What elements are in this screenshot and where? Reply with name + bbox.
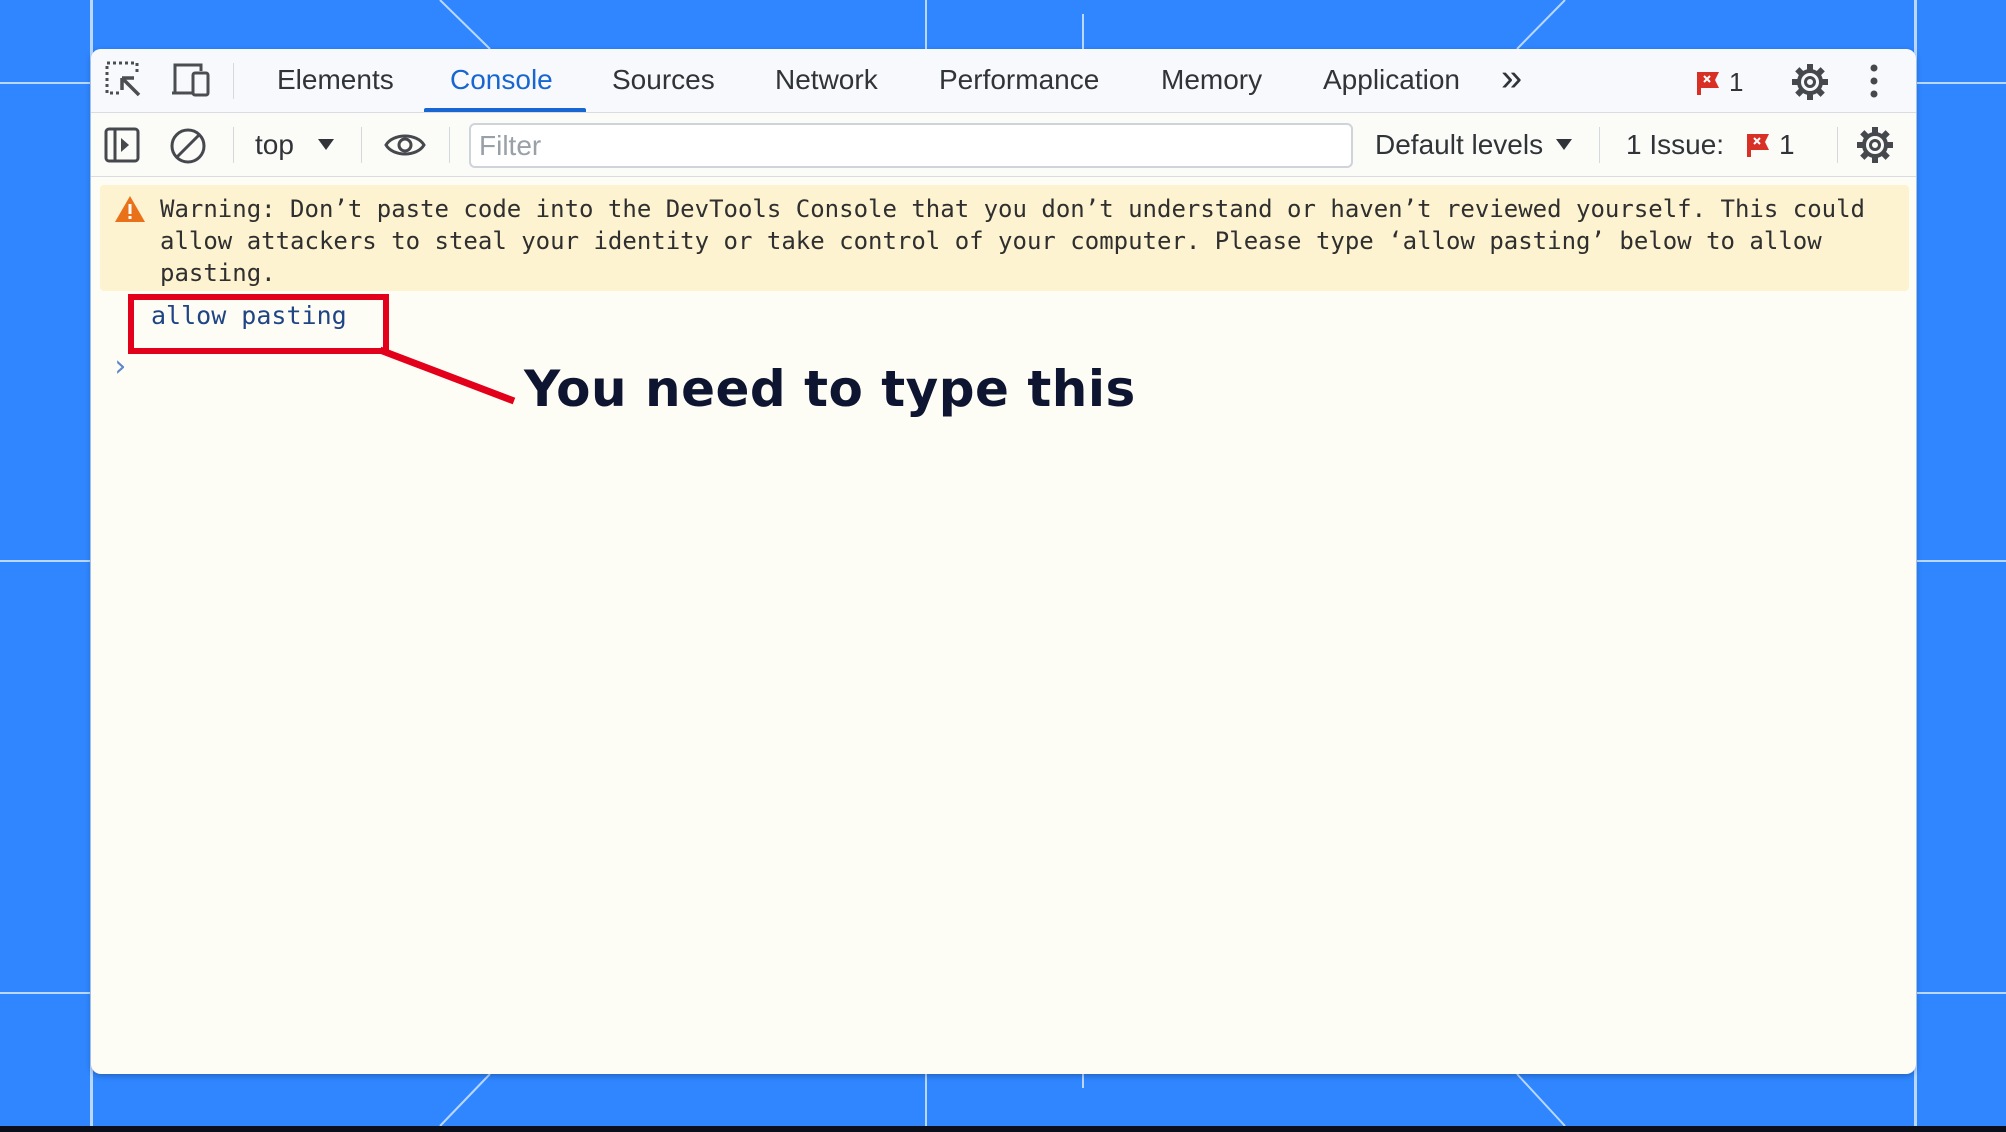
tab-application[interactable]: Application [1323,49,1460,113]
clear-console-icon[interactable] [169,127,207,165]
settings-gear-icon[interactable] [1856,126,1894,164]
tab-sources[interactable]: Sources [612,49,715,113]
devtools-window: Elements Console Sources Network Perform… [91,49,1916,1074]
settings-gear-icon[interactable] [1791,63,1829,101]
error-flag-icon[interactable] [1695,70,1721,96]
separator [233,63,234,99]
panel-tab-bar: Elements Console Sources Network Perform… [91,49,1916,113]
warning-text: Warning: Don’t paste code into the DevTo… [160,195,1880,287]
tab-network[interactable]: Network [775,49,878,113]
more-tabs-icon[interactable]: » [1501,49,1522,113]
eye-icon[interactable] [383,129,427,161]
error-flag-icon[interactable] [1745,132,1771,158]
chevron-down-icon[interactable] [1555,138,1573,152]
separator [361,127,362,163]
warning-icon [115,196,145,222]
sidebar-toggle-icon[interactable] [104,127,140,163]
kebab-menu-icon[interactable] [1868,63,1880,99]
filter-input[interactable] [469,123,1353,168]
tab-memory[interactable]: Memory [1161,49,1262,113]
console-warning-message: Warning: Don’t paste code into the DevTo… [100,185,1909,291]
device-toolbar-icon[interactable] [171,61,211,99]
context-selector[interactable]: top [255,113,294,177]
inspect-element-icon[interactable] [105,61,143,99]
log-levels-dropdown[interactable]: Default levels [1375,113,1543,177]
console-prompt[interactable]: › [111,349,129,384]
separator [1837,127,1838,163]
console-toolbar: top Default levels 1 Issue: 1 [91,113,1916,177]
tab-elements[interactable]: Elements [277,49,394,113]
annotation-text: You need to type this [524,360,1136,418]
issues-count[interactable]: 1 [1779,113,1795,177]
error-count[interactable]: 1 [1729,49,1743,113]
tab-console[interactable]: Console [450,49,553,113]
prompt-chevron-icon: › [111,349,130,384]
issues-label[interactable]: 1 Issue: [1626,113,1724,177]
chevron-down-icon[interactable] [317,138,335,152]
bottom-border [0,1126,2006,1132]
active-tab-indicator [424,108,586,112]
tab-performance[interactable]: Performance [939,49,1099,113]
separator [233,127,234,163]
callout-highlight-box [128,294,389,354]
separator [449,127,450,163]
separator [1599,127,1600,163]
